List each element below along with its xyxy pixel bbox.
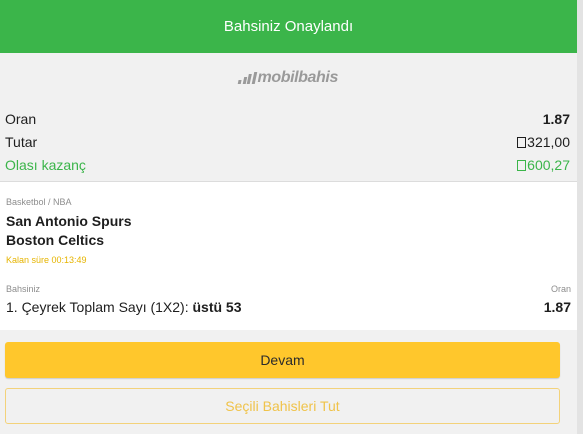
bet-selection: 1. Çeyrek Toplam Sayı (1X2): üstü 53 [6, 299, 242, 315]
potential-win-amount: 600,27 [517, 157, 570, 173]
potential-win-row: Olası kazanç 600,27 [5, 154, 570, 176]
currency-icon [517, 159, 527, 171]
event-category: Basketbol / NBA [6, 197, 72, 207]
keep-selections-button[interactable]: Seçili Bahisleri Tut [5, 388, 560, 424]
market-name: 1. Çeyrek Toplam Sayı (1X2): [6, 299, 193, 315]
selection-odds-value: 1.87 [543, 299, 571, 315]
logo-bars-icon [237, 72, 257, 84]
currency-icon [517, 136, 527, 148]
bet-summary: Oran 1.87 Tutar 321,00 Olası kazanç 600,… [0, 103, 577, 182]
your-bet-label: Bahsiniz [6, 284, 41, 294]
selection-odds-label: Oran [550, 284, 571, 294]
pick-name: üstü 53 [192, 299, 242, 315]
odds-label: Oran [5, 111, 37, 127]
potential-win-label: Olası kazanç [5, 157, 86, 173]
logo-text: mobilbahis [257, 69, 339, 86]
continue-button[interactable]: Devam [5, 342, 560, 378]
scroll-track [577, 0, 583, 434]
bet-card: Basketbol / NBA San Antonio Spurs Boston… [0, 182, 577, 330]
confirmation-header: Bahsiniz Onaylandı [0, 0, 577, 53]
odds-value: 1.87 [542, 111, 570, 127]
odds-row: Oran 1.87 [5, 108, 570, 130]
brand-logo: mobilbahis [0, 66, 577, 90]
home-team: San Antonio Spurs [6, 213, 132, 229]
stake-amount: 321,00 [517, 134, 570, 150]
potential-win-value: 600,27 [527, 157, 570, 173]
header-title: Bahsiniz Onaylandı [223, 18, 354, 35]
stake-value: 321,00 [527, 134, 570, 150]
stake-row: Tutar 321,00 [5, 131, 570, 153]
time-remaining: Kalan süre 00:13:49 [6, 255, 87, 265]
away-team: Boston Celtics [6, 232, 105, 248]
stake-label: Tutar [5, 134, 38, 150]
